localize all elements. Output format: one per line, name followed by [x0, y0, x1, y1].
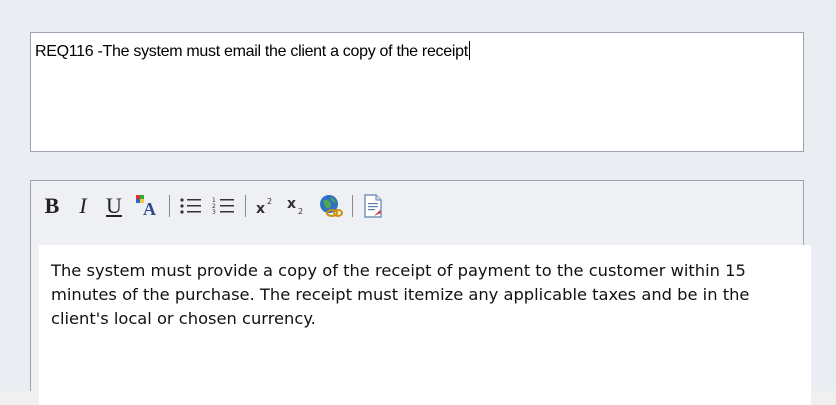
- toolbar-separator: [245, 195, 246, 217]
- notes-text: The system must provide a copy of the re…: [51, 261, 750, 328]
- text-caret: [468, 41, 470, 60]
- formatting-toolbar: B I U A 1 2 3 x 2 x 2: [31, 181, 803, 231]
- svg-text:2: 2: [267, 197, 272, 206]
- superscript-icon: x 2: [256, 197, 272, 217]
- notes-editor: B I U A 1 2 3 x 2 x 2 The system must pr…: [30, 180, 811, 405]
- italic-button[interactable]: I: [72, 191, 94, 221]
- requirement-name-text: REQ116 -The system must email the client…: [35, 43, 468, 60]
- numbered-list-icon: 1 2 3: [212, 197, 234, 216]
- requirement-name-field[interactable]: REQ116 -The system must email the client…: [30, 32, 804, 152]
- font-color-icon: A: [136, 195, 156, 219]
- bold-button[interactable]: B: [41, 191, 63, 221]
- svg-text:x: x: [287, 196, 296, 212]
- font-color-button[interactable]: A: [134, 191, 160, 221]
- bullet-list-icon: [180, 198, 201, 214]
- toolbar-separator: [169, 195, 170, 217]
- subscript-icon: x 2: [287, 196, 303, 216]
- hyperlink-icon: [320, 195, 343, 217]
- linked-document-icon: [364, 194, 382, 218]
- bullet-list-button[interactable]: [179, 191, 203, 221]
- subscript-button[interactable]: x 2: [286, 191, 308, 221]
- underline-button[interactable]: U: [103, 191, 125, 221]
- toolbar-separator: [352, 195, 353, 217]
- svg-text:2: 2: [298, 207, 303, 216]
- linked-document-button[interactable]: [362, 191, 384, 221]
- hyperlink-button[interactable]: [317, 191, 343, 221]
- notes-text-area[interactable]: The system must provide a copy of the re…: [39, 245, 811, 405]
- superscript-button[interactable]: x 2: [255, 191, 277, 221]
- numbered-list-button[interactable]: 1 2 3: [212, 191, 236, 221]
- svg-text:3: 3: [212, 209, 216, 216]
- svg-text:A: A: [143, 199, 156, 219]
- requirement-properties-panel: REQ116 -The system must email the client…: [0, 0, 836, 405]
- svg-text:x: x: [256, 201, 265, 217]
